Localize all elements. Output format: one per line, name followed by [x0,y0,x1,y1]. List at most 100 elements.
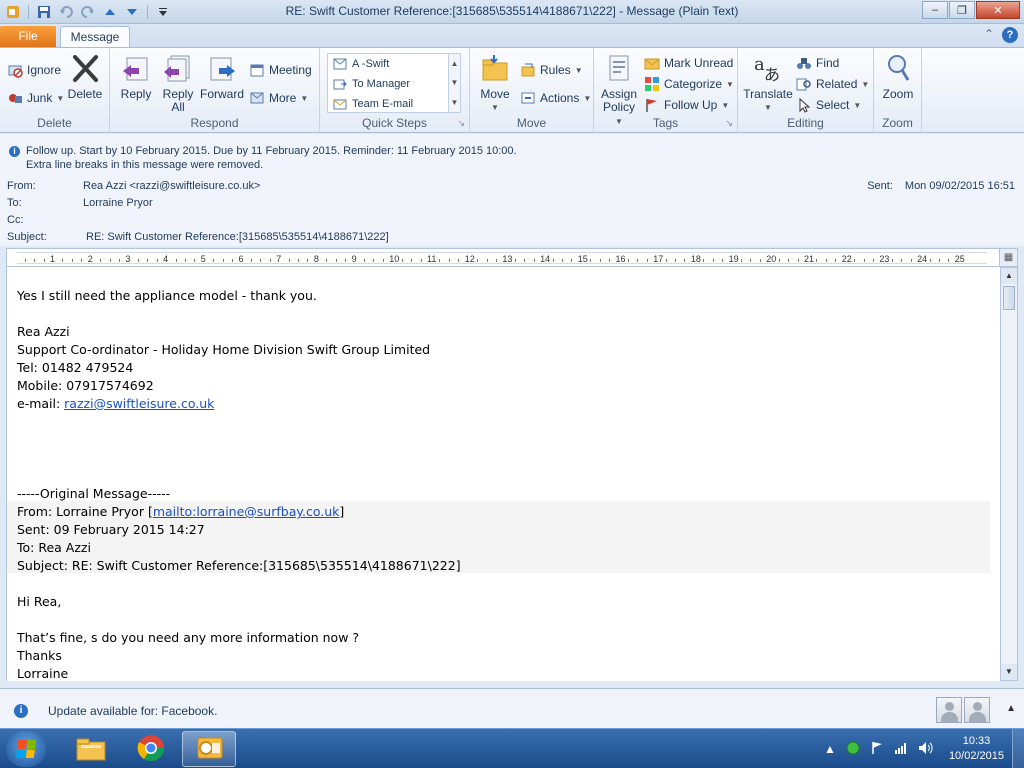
ruler-tick [477,259,479,262]
mark-unread-button[interactable]: Mark Unread [644,53,733,73]
ruler-tick [486,259,488,262]
from-value[interactable]: Rea Azzi <razzi@swiftleisure.co.uk> [83,180,260,192]
scroll-up-icon[interactable]: ▲ [451,59,459,68]
reply-all-button[interactable]: Reply All [160,52,196,114]
vertical-scrollbar[interactable]: ▲ ▼ [1000,267,1018,681]
scroll-down-icon[interactable]: ▼ [451,78,459,87]
network-icon[interactable] [894,741,908,758]
related-label: Related [816,77,858,91]
social-update-text[interactable]: Update available for: Facebook. [48,704,217,718]
mailto-link[interactable]: mailto:lorraine@surfbay.co.uk [153,504,340,519]
to-manager-icon [332,76,348,92]
taskbar-chrome[interactable] [124,731,178,767]
chevron-down-icon: ▼ [56,93,65,103]
categorize-button[interactable]: Categorize ▼ [644,74,734,94]
magnifier-icon [882,52,914,84]
maximize-button[interactable]: ❐ [949,1,975,19]
close-button[interactable]: ✕ [976,1,1020,19]
ruler-tick [269,259,271,262]
taskbar-explorer[interactable] [64,731,118,767]
zoom-group: Zoom Zoom [874,48,922,133]
body-line: Support Co-ordinator - Holiday Home Divi… [17,342,431,357]
ruler-number: 20 [766,254,777,264]
view-ruler-toggle-icon[interactable]: ▦ [999,249,1017,266]
body-line: e-mail: razzi@swiftleisure.co.uk [17,396,214,411]
body-line: Yes I still need the appliance model - t… [17,288,317,303]
tab-message[interactable]: Message [60,26,130,48]
find-label: Find [816,56,840,70]
ruler-number: 12 [464,254,475,264]
scroll-up-icon[interactable]: ▲ [1001,268,1017,284]
select-button[interactable]: Select ▼ [796,95,861,115]
ruler-number: 16 [615,254,626,264]
translate-label: Translate [743,87,793,101]
dialog-launcher-icon[interactable]: ↘ [725,118,733,129]
ruler-number: 18 [690,254,701,264]
actions-button[interactable]: Actions ▼ [520,88,591,108]
avatar[interactable] [936,697,962,723]
avatar[interactable] [964,697,990,723]
ruler-number: 24 [917,254,928,264]
ribbon: Ignore Junk ▼ Delete Delete Reply Reply … [0,47,1024,133]
junk-button[interactable]: Junk ▼ [7,88,64,108]
quick-step-item[interactable]: To Manager [328,74,460,94]
quick-steps-scroller[interactable]: ▲ ▼ ▼ [448,54,460,112]
line-breaks-info[interactable]: Extra line breaks in this message were r… [26,159,263,171]
meeting-button[interactable]: Meeting [249,60,312,80]
translate-button[interactable]: aあ Translate ▼ [743,52,793,114]
related-button[interactable]: Related ▼ [796,74,869,94]
find-button[interactable]: Find [796,53,839,73]
reply-button[interactable]: Reply [118,52,154,101]
ruler-tick [43,259,45,262]
help-icon[interactable]: ? [1002,27,1018,43]
ruler-tick [250,259,252,262]
email-link[interactable]: razzi@swiftleisure.co.uk [64,396,214,411]
status-green-icon[interactable] [846,741,860,758]
ruler-tick [62,259,64,262]
ignore-button[interactable]: Ignore [7,60,61,80]
original-from-prefix: From: Lorraine Pryor [ [17,504,153,519]
show-desktop-button[interactable] [1012,729,1024,768]
ruler[interactable]: 1 2 3 4 5 6 7 8 9 10 11 12 13 14 15 16 17 18 19 20 21 22 23 24 2… [6,248,1018,267]
action-center-flag-icon[interactable] [870,741,884,758]
follow-up-button[interactable]: Follow Up ▼ [644,95,729,115]
ruler-tick [712,259,714,262]
quick-step-item[interactable]: Team E-mail [328,94,460,114]
expand-people-pane-icon[interactable]: ▲ [1006,703,1016,714]
show-hidden-icons-icon[interactable]: ▲ [824,742,836,756]
mark-unread-label: Mark Unread [664,56,734,70]
calendar-icon [249,62,265,78]
ruler-tick [929,259,931,262]
ruler-number: 23 [879,254,890,264]
move-label: Move [480,87,510,101]
ruler-tick [34,259,36,262]
forward-button[interactable]: Forward [200,52,244,101]
clock[interactable]: 10:33 10/02/2015 [949,734,1004,764]
sent-info: Sent: Mon 09/02/2015 16:51 [867,180,1015,192]
quick-step-item[interactable]: A -Swift [328,54,460,74]
more-respond-button[interactable]: More ▼ [249,88,308,108]
taskbar-outlook[interactable] [182,731,236,767]
delete-button[interactable]: Delete [66,52,104,101]
reply-all-icon [162,52,194,84]
minimize-ribbon-icon[interactable]: ⌃ [984,27,994,43]
rules-label: Rules [540,63,571,77]
ruler-tick [335,259,337,262]
ruler-tick [109,259,111,262]
tab-file[interactable]: File [0,26,56,48]
to-label: To: [7,197,22,209]
volume-icon[interactable] [918,741,934,758]
zoom-button[interactable]: Zoom [880,52,916,101]
dialog-launcher-icon[interactable]: ↘ [457,118,465,129]
minimize-button[interactable]: – [922,1,948,19]
start-button[interactable] [6,731,46,767]
to-value[interactable]: Lorraine Pryor [83,197,153,209]
message-body[interactable]: Yes I still need the appliance model - t… [6,267,1000,681]
clock-date: 10/02/2015 [948,750,1004,762]
expand-gallery-icon[interactable]: ▼ [451,98,459,107]
rules-button[interactable]: Rules ▼ [520,60,583,80]
scroll-thumb[interactable] [1003,286,1015,310]
scroll-down-icon[interactable]: ▼ [1001,664,1017,680]
move-button[interactable]: Move ▼ [476,52,514,114]
ruler-number: 13 [502,254,513,264]
